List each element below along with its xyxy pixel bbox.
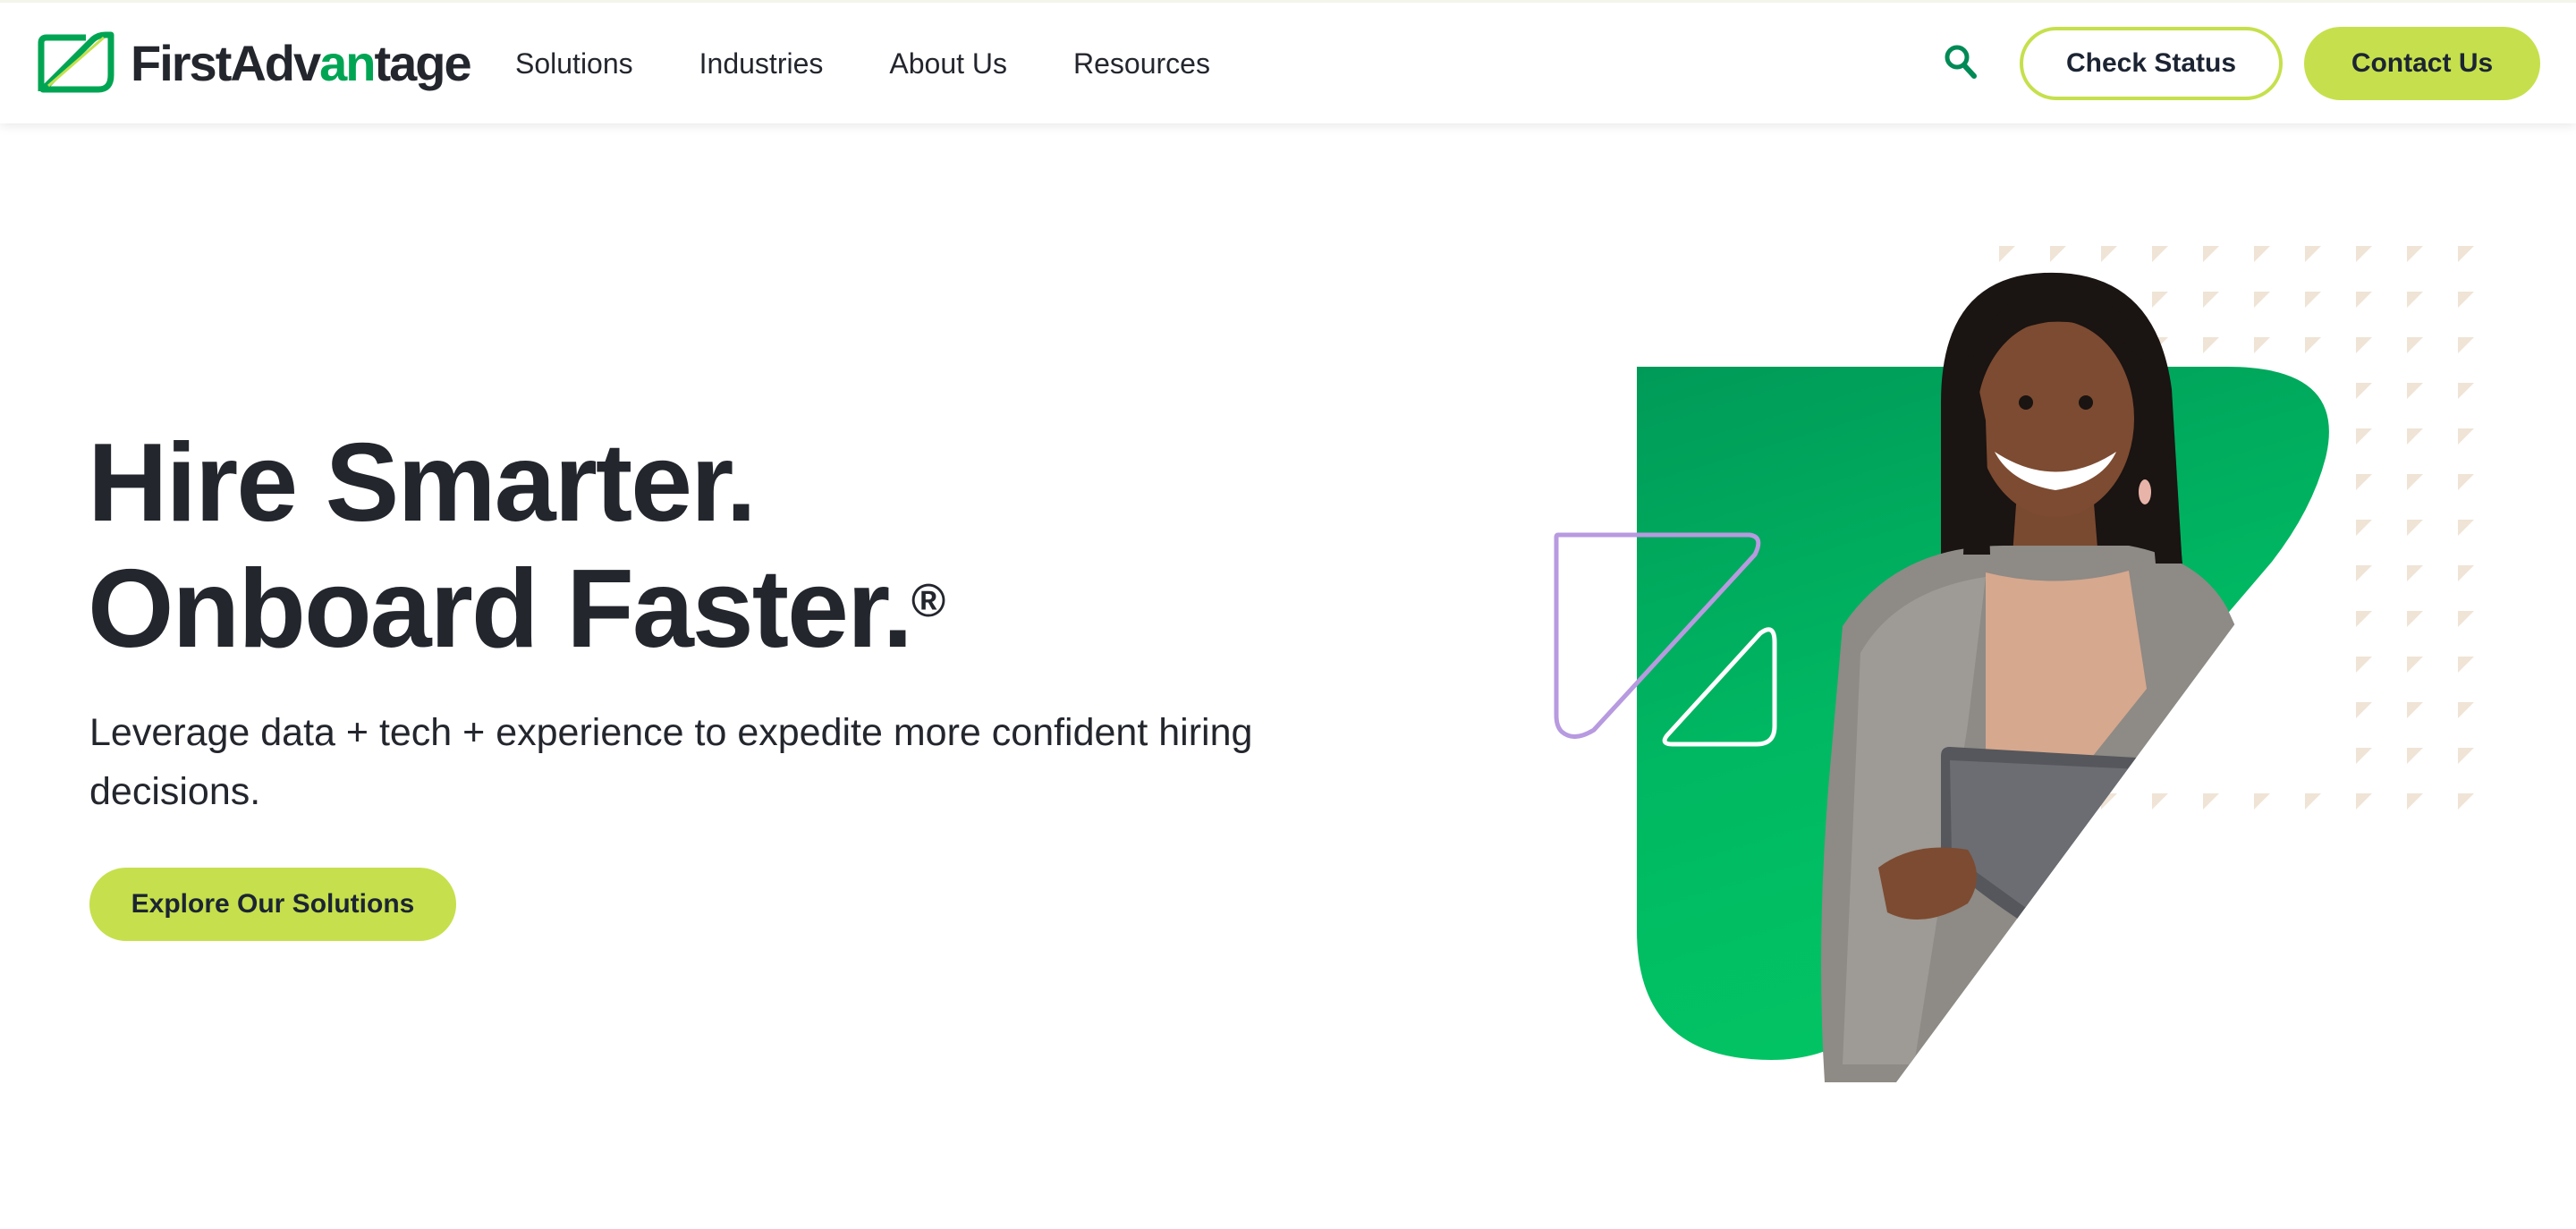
- dot-triangle: [2152, 793, 2168, 809]
- dot-triangle: [2356, 748, 2372, 764]
- dot-triangle: [2356, 657, 2372, 673]
- dot-triangle: [2356, 611, 2372, 627]
- dot-triangle: [2458, 383, 2474, 399]
- dot-triangle: [2458, 702, 2474, 718]
- first-advantage-logo[interactable]: FirstAdvantage: [34, 30, 472, 97]
- dot-triangle: [2101, 246, 2117, 262]
- dot-triangle: [2407, 657, 2423, 673]
- logo-mark-icon: [38, 31, 114, 93]
- dot-triangle: [2356, 565, 2372, 581]
- dot-triangle: [2152, 246, 2168, 262]
- hero-title: Hire Smarter. Onboard Faster.®: [88, 424, 1161, 668]
- search-icon: [1945, 45, 1977, 79]
- dot-triangle: [2407, 748, 2423, 764]
- dot-triangle: [2254, 793, 2270, 809]
- dot-triangle: [2458, 474, 2474, 490]
- dot-triangle: [2407, 383, 2423, 399]
- dot-triangle: [2356, 428, 2372, 445]
- dot-triangle: [2152, 292, 2168, 308]
- dot-triangle: [2305, 246, 2321, 262]
- explore-solutions-button[interactable]: Explore Our Solutions: [89, 868, 456, 941]
- dot-triangle: [2356, 292, 2372, 308]
- dot-triangle: [1999, 246, 2015, 262]
- nav-item-about-us[interactable]: About Us: [889, 42, 1007, 85]
- dot-triangle: [2356, 520, 2372, 536]
- contact-us-button[interactable]: Contact Us: [2304, 27, 2540, 100]
- dot-triangle: [2407, 292, 2423, 308]
- nav-item-resources[interactable]: Resources: [1073, 42, 1210, 85]
- dot-triangle: [2203, 337, 2219, 353]
- dot-triangle: [2407, 565, 2423, 581]
- main-nav: Solutions Industries About Us Resources: [515, 42, 1276, 85]
- nav-item-solutions[interactable]: Solutions: [515, 42, 633, 85]
- dot-triangle: [2050, 246, 2066, 262]
- dot-triangle: [2458, 611, 2474, 627]
- hero-title-line-1: Hire Smarter.: [88, 421, 757, 545]
- dot-triangle: [2305, 292, 2321, 308]
- dot-triangle: [2203, 292, 2219, 308]
- dot-triangle: [2305, 337, 2321, 353]
- dot-triangle: [2458, 793, 2474, 809]
- logo-wordmark: FirstAdvantage: [131, 35, 472, 91]
- nav-item-industries[interactable]: Industries: [699, 42, 824, 85]
- dot-triangle: [2356, 383, 2372, 399]
- site-header: FirstAdvantage Solutions Industries Abou…: [0, 0, 2576, 123]
- hero-subtitle: Leverage data + tech + experience to exp…: [89, 711, 1253, 813]
- dot-triangle: [2407, 520, 2423, 536]
- hero-title-line-2: Onboard Faster.®: [88, 547, 946, 671]
- check-status-button[interactable]: Check Status: [2020, 27, 2283, 100]
- dot-triangle: [2254, 246, 2270, 262]
- dot-triangle: [2356, 337, 2372, 353]
- dot-triangle: [2407, 337, 2423, 353]
- hero-illustration: [1554, 246, 2474, 1082]
- dot-triangle: [2407, 428, 2423, 445]
- dot-triangle: [2458, 565, 2474, 581]
- dot-triangle: [2458, 748, 2474, 764]
- dot-triangle: [2407, 474, 2423, 490]
- dot-triangle: [2407, 702, 2423, 718]
- search-button[interactable]: [1941, 40, 1980, 83]
- dot-triangle: [2458, 428, 2474, 445]
- dot-triangle: [2407, 611, 2423, 627]
- dot-triangle: [2305, 793, 2321, 809]
- dot-triangle: [2458, 520, 2474, 536]
- dot-triangle: [2356, 793, 2372, 809]
- dot-triangle: [2407, 793, 2423, 809]
- dot-triangle: [2458, 292, 2474, 308]
- dot-triangle: [2458, 337, 2474, 353]
- dot-triangle: [2356, 474, 2372, 490]
- dot-triangle: [2407, 246, 2423, 262]
- dot-triangle: [2458, 657, 2474, 673]
- dot-triangle: [2254, 292, 2270, 308]
- dot-triangle: [2356, 246, 2372, 262]
- registered-mark: ®: [911, 575, 946, 627]
- dot-triangle: [2203, 793, 2219, 809]
- dot-triangle: [2203, 246, 2219, 262]
- dot-triangle: [2458, 246, 2474, 262]
- dot-triangle: [2254, 337, 2270, 353]
- dot-triangle: [2356, 702, 2372, 718]
